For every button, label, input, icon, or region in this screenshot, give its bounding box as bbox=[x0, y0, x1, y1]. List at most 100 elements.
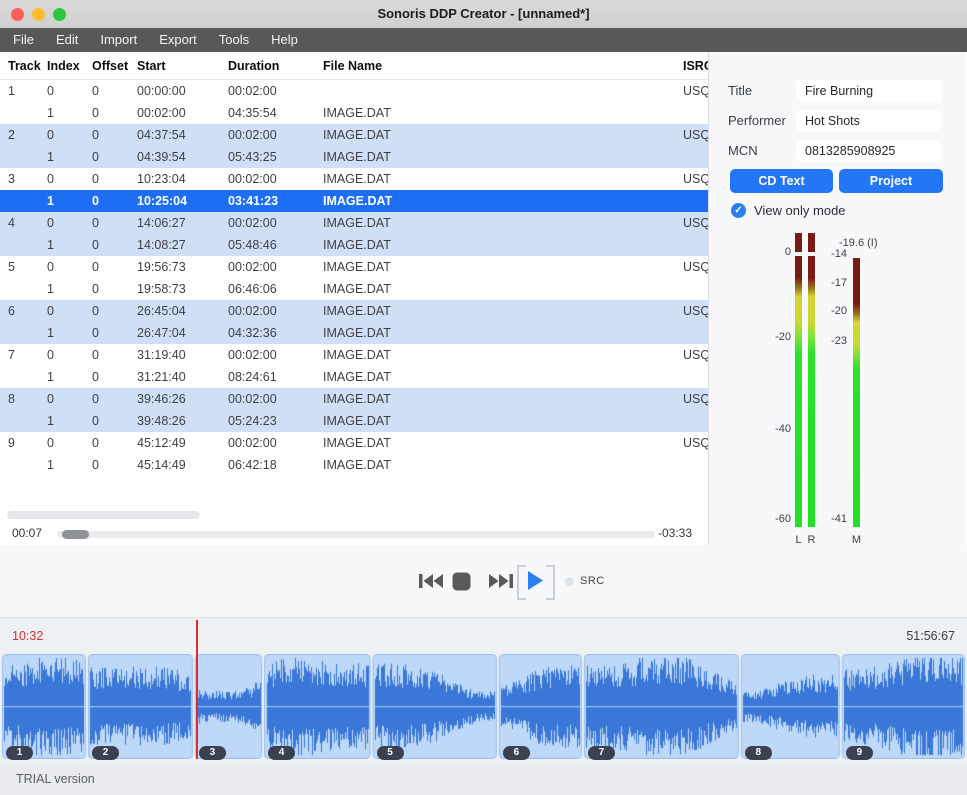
table-row[interactable]: 20004:37:5400:02:00IMAGE.DATUSQ bbox=[0, 124, 708, 146]
waveform-playhead bbox=[196, 620, 198, 759]
status-text: TRIAL version bbox=[0, 765, 967, 794]
src-label: SRC bbox=[580, 575, 605, 587]
col-start: Start bbox=[137, 52, 225, 80]
table-row[interactable]: 1031:21:4008:24:61IMAGE.DAT bbox=[0, 366, 708, 388]
table-row[interactable]: 1000:02:0004:35:54IMAGE.DAT bbox=[0, 102, 708, 124]
cd-text-button[interactable]: CD Text bbox=[730, 169, 833, 193]
m-scale-23: -23 bbox=[813, 335, 847, 347]
table-row[interactable]: 1045:14:4906:42:18IMAGE.DAT bbox=[0, 454, 708, 476]
m-scale-14: -14 bbox=[813, 248, 847, 260]
stop-icon bbox=[452, 572, 471, 591]
maximize-button[interactable] bbox=[53, 8, 66, 21]
m-scale-17: -17 bbox=[813, 277, 847, 289]
view-only-checkbox[interactable]: ✓ bbox=[731, 203, 746, 218]
col-duration: Duration bbox=[228, 52, 320, 80]
project-button[interactable]: Project bbox=[839, 169, 943, 193]
table-row[interactable]: 90045:12:4900:02:00IMAGE.DATUSQ bbox=[0, 432, 708, 454]
col-index: Index bbox=[47, 52, 89, 80]
main-content: Track Index Offset Start Duration File N… bbox=[0, 52, 967, 545]
total-duration: 51:56:67 bbox=[906, 629, 955, 643]
track-badge: 6 bbox=[503, 746, 530, 760]
title-field[interactable] bbox=[796, 80, 942, 102]
minimize-button[interactable] bbox=[32, 8, 45, 21]
previous-track-button[interactable] bbox=[418, 572, 444, 593]
table-row[interactable]: 1004:39:5405:43:25IMAGE.DAT bbox=[0, 146, 708, 168]
elapsed-time: 00:07 bbox=[12, 526, 42, 540]
lr-scale-40: -40 bbox=[757, 423, 791, 435]
track-badge: 2 bbox=[92, 746, 119, 760]
table-row-selected[interactable]: 1010:25:0403:41:23IMAGE.DAT bbox=[0, 190, 708, 212]
title-label: Title bbox=[728, 80, 752, 102]
col-isrc: ISRC bbox=[683, 52, 708, 80]
track-badge: 1 bbox=[6, 746, 33, 760]
lr-scale-0: 0 bbox=[757, 246, 791, 258]
seek-slider-thumb[interactable] bbox=[62, 530, 89, 539]
menu-file[interactable]: File bbox=[2, 28, 45, 52]
table-body: 10000:00:0000:02:00USQ 1000:02:0004:35:5… bbox=[0, 80, 708, 476]
mcn-field[interactable] bbox=[796, 140, 942, 162]
col-file-name: File Name bbox=[323, 52, 543, 80]
lr-scale-20: -20 bbox=[757, 331, 791, 343]
table-row[interactable]: 10000:00:0000:02:00USQ bbox=[0, 80, 708, 102]
table-row[interactable]: 1039:48:2605:24:23IMAGE.DAT bbox=[0, 410, 708, 432]
view-only-label: View only mode bbox=[754, 203, 846, 218]
meter-bar-left bbox=[795, 256, 802, 527]
playhead-position: 10:32 bbox=[12, 629, 43, 643]
performer-field[interactable] bbox=[796, 110, 942, 132]
traffic-lights bbox=[11, 8, 66, 21]
table-row[interactable]: 40014:06:2700:02:00IMAGE.DATUSQ bbox=[0, 212, 708, 234]
table-row[interactable]: 50019:56:7300:02:00IMAGE.DATUSQ bbox=[0, 256, 708, 278]
next-track-icon bbox=[488, 572, 514, 590]
stop-button[interactable] bbox=[452, 572, 471, 594]
close-button[interactable] bbox=[11, 8, 24, 21]
remaining-time: -03:33 bbox=[658, 526, 692, 540]
waveform-canvas[interactable] bbox=[1, 654, 966, 759]
play-button[interactable] bbox=[517, 565, 555, 596]
play-icon bbox=[526, 570, 544, 591]
table-row[interactable]: 70031:19:4000:02:00IMAGE.DATUSQ bbox=[0, 344, 708, 366]
m-scale-20: -20 bbox=[813, 305, 847, 317]
menu-edit[interactable]: Edit bbox=[45, 28, 89, 52]
table-row[interactable]: 1014:08:2705:48:46IMAGE.DAT bbox=[0, 234, 708, 256]
track-badge: 8 bbox=[745, 746, 772, 760]
track-badge: 3 bbox=[199, 746, 226, 760]
previous-track-icon bbox=[418, 572, 444, 590]
table-row[interactable]: 1019:58:7306:46:06IMAGE.DAT bbox=[0, 278, 708, 300]
mcn-label: MCN bbox=[728, 140, 758, 162]
transport-bar: SRC bbox=[0, 545, 967, 617]
meter-bar-right bbox=[808, 256, 815, 527]
meter-bar-mono bbox=[853, 258, 860, 527]
app-window: Sonoris DDP Creator - [unnamed*] File Ed… bbox=[0, 0, 967, 794]
table-horizontal-scrollbar[interactable] bbox=[7, 511, 200, 519]
table-row[interactable]: 30010:23:0400:02:00IMAGE.DATUSQ bbox=[0, 168, 708, 190]
src-indicator-led bbox=[565, 577, 574, 586]
metadata-panel: Title Performer MCN CD Text Project ✓ Vi… bbox=[709, 52, 966, 545]
clip-indicator-left bbox=[795, 233, 802, 252]
menubar: File Edit Import Export Tools Help bbox=[0, 28, 967, 52]
menu-export[interactable]: Export bbox=[148, 28, 208, 52]
loudness-readout: -19.6 (I) bbox=[839, 237, 919, 249]
statusbar: TRIAL version bbox=[0, 765, 967, 795]
menu-import[interactable]: Import bbox=[89, 28, 148, 52]
col-offset: Offset bbox=[92, 52, 134, 80]
menu-help[interactable]: Help bbox=[260, 28, 309, 52]
performer-label: Performer bbox=[728, 110, 786, 132]
view-only-row: ✓ View only mode bbox=[731, 203, 846, 218]
table-row[interactable]: 80039:46:2600:02:00IMAGE.DATUSQ bbox=[0, 388, 708, 410]
table-header: Track Index Offset Start Duration File N… bbox=[0, 52, 708, 80]
m-scale-41: -41 bbox=[813, 513, 847, 525]
lr-scale-60: -60 bbox=[757, 513, 791, 525]
table-row[interactable]: 60026:45:0400:02:00IMAGE.DATUSQ bbox=[0, 300, 708, 322]
col-track: Track bbox=[8, 52, 44, 80]
menu-tools[interactable]: Tools bbox=[208, 28, 260, 52]
track-badge: 9 bbox=[846, 746, 873, 760]
seek-slider[interactable] bbox=[57, 531, 655, 538]
titlebar: Sonoris DDP Creator - [unnamed*] bbox=[0, 0, 967, 28]
track-badge: 5 bbox=[377, 746, 404, 760]
table-row[interactable]: 1026:47:0404:32:36IMAGE.DAT bbox=[0, 322, 708, 344]
next-track-button[interactable] bbox=[488, 572, 514, 593]
track-list-pane: Track Index Offset Start Duration File N… bbox=[0, 52, 709, 545]
window-title: Sonoris DDP Creator - [unnamed*] bbox=[0, 0, 967, 28]
track-badge: 4 bbox=[268, 746, 295, 760]
track-badge: 7 bbox=[588, 746, 615, 760]
